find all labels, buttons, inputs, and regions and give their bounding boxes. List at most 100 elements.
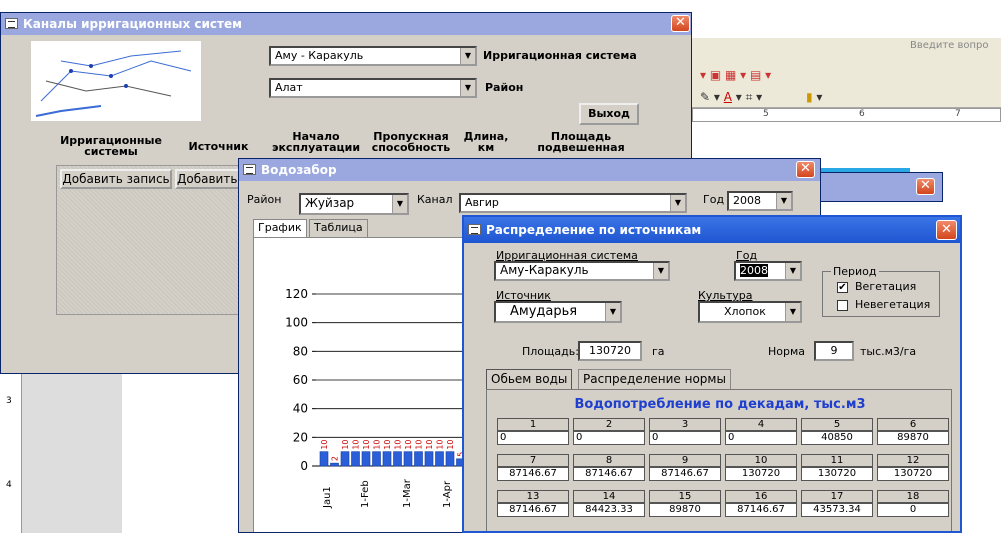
crop-combo[interactable]: Хлопок ▼	[698, 301, 802, 323]
decade-value-field[interactable]: 87146.67	[649, 467, 721, 481]
nonvegetation-checkbox[interactable]	[837, 300, 848, 311]
tab-graph[interactable]: График	[253, 219, 307, 237]
decade-value-field[interactable]: 40850	[801, 431, 873, 445]
bar-data-label: 10	[352, 439, 361, 449]
y-tick-label: 60	[293, 373, 308, 387]
decade-value-field[interactable]: 130720	[877, 467, 949, 481]
vegetation-label: Вегетация	[855, 280, 917, 293]
search-box[interactable]: Введите вопро	[910, 40, 1001, 58]
decade-number: 13	[497, 490, 569, 503]
add-button[interactable]: Добавить	[175, 169, 245, 189]
canal-value: Авгир	[465, 196, 499, 209]
chevron-down-icon[interactable]: ▼	[785, 303, 800, 321]
source-combo[interactable]: Амударья ▼	[494, 301, 622, 323]
bar-data-label: 10	[436, 439, 445, 449]
chevron-down-icon[interactable]: ▼	[776, 193, 791, 209]
canals-titlebar: Каналы ирригационных систем	[1, 13, 691, 35]
decade-value-field[interactable]: 130720	[725, 467, 797, 481]
tab-water-volume[interactable]: Обьем воды	[486, 369, 573, 389]
decade-number: 17	[801, 490, 873, 503]
decade-value-field[interactable]: 84423.33	[573, 503, 645, 517]
chevron-down-icon[interactable]: ▼	[785, 263, 800, 279]
decade-value-field[interactable]: 0	[877, 503, 949, 517]
year-value: 2008	[740, 264, 768, 277]
chart-bar	[393, 451, 402, 467]
area-field[interactable]: 130720	[578, 341, 642, 361]
x-tick-label: Jau1	[322, 486, 333, 509]
decade-value-field[interactable]: 0	[573, 431, 645, 445]
close-icon[interactable]: ✕	[671, 15, 690, 32]
decade-number: 9	[649, 454, 721, 467]
vegetation-checkbox[interactable]: ✔	[837, 282, 848, 293]
decade-number: 12	[877, 454, 949, 467]
add-record-button[interactable]: Добавить запись	[60, 169, 172, 189]
decade-value-field[interactable]: 87146.67	[725, 503, 797, 517]
close-icon[interactable]: ✕	[936, 220, 957, 240]
bar-data-label: 10	[425, 439, 434, 449]
column-header: Длина, км	[463, 130, 509, 154]
decade-grid: 1 0 2 0 3 0 4 0 5 40850 6 89870 7 87146.67 8 87146.67 9 8…	[497, 418, 949, 530]
distribution-title: Распределение по источникам	[486, 223, 702, 237]
background-form-window: ✕	[815, 172, 943, 202]
nonvegetation-label: Невегетация	[855, 298, 931, 311]
tab-norm-distribution[interactable]: Распределение нормы	[578, 369, 731, 389]
decade-value-field[interactable]: 43573.34	[801, 503, 873, 517]
norm-field[interactable]: 9	[814, 341, 854, 361]
bar-data-label: 10	[415, 439, 424, 449]
bar-data-label: 10	[341, 439, 350, 449]
norm-label: Норма	[768, 345, 806, 358]
decade-number: 15	[649, 490, 721, 503]
tab-table[interactable]: Таблица	[309, 219, 368, 237]
crop-value: Хлопок	[724, 305, 766, 318]
chevron-down-icon[interactable]: ▼	[392, 195, 407, 213]
decade-value-field[interactable]: 0	[649, 431, 721, 445]
exit-button[interactable]: Выход	[579, 103, 639, 125]
district-combo[interactable]: Алат ▼	[269, 78, 477, 98]
decade-number: 2	[573, 418, 645, 431]
area-label: Площадь:	[522, 345, 579, 358]
y-tick-label: 40	[293, 402, 308, 416]
year-combo[interactable]: 2008 ▼	[734, 261, 802, 281]
canal-combo[interactable]: Авгир ▼	[459, 193, 687, 213]
source-value: Амударья	[510, 304, 578, 319]
decade-value-field[interactable]: 0	[497, 431, 569, 445]
chart-bar	[340, 451, 350, 467]
form-icon	[468, 224, 481, 235]
vodozabor-title: Водозабор	[261, 163, 337, 177]
decade-value-field[interactable]: 0	[725, 431, 797, 445]
chevron-down-icon[interactable]: ▼	[670, 195, 685, 211]
decade-value-field[interactable]: 89870	[877, 431, 949, 445]
vertical-ruler: 3 4	[0, 360, 22, 533]
decade-number: 3	[649, 418, 721, 431]
district-value: Жуйзар	[305, 196, 355, 210]
chevron-down-icon[interactable]: ▼	[460, 48, 475, 64]
bar-data-label: 10	[394, 439, 403, 449]
district-combo[interactable]: Жуйзар ▼	[299, 193, 409, 215]
decade-value-field[interactable]: 87146.67	[573, 467, 645, 481]
columns-header: Ирригационные системы Источник Начало эк…	[56, 131, 646, 161]
close-icon[interactable]: ✕	[796, 161, 815, 178]
decade-number: 7	[497, 454, 569, 467]
decade-number: 16	[725, 490, 797, 503]
chart-bar	[351, 451, 360, 467]
y-tick-label: 20	[293, 430, 308, 444]
x-tick-label: 1-Feb	[360, 480, 371, 508]
horizontal-ruler: 5 6 7	[692, 108, 1001, 122]
decade-value-field[interactable]: 87146.67	[497, 467, 569, 481]
decade-table-title: Водопотребление по декадам, тыс.м3	[574, 397, 866, 412]
decade-number: 11	[801, 454, 873, 467]
decade-value-field[interactable]: 89870	[649, 503, 721, 517]
irrigation-map-image	[31, 41, 201, 121]
decade-value-field[interactable]: 130720	[801, 467, 873, 481]
year-combo[interactable]: 2008 ▼	[727, 191, 793, 211]
irrigation-system-combo[interactable]: Аму-Каракуль ▼	[494, 261, 670, 281]
close-icon[interactable]: ✕	[916, 178, 935, 195]
chevron-down-icon[interactable]: ▼	[605, 303, 620, 321]
decade-value-field[interactable]: 87146.67	[497, 503, 569, 517]
chevron-down-icon[interactable]: ▼	[653, 263, 668, 279]
chart-bar	[435, 451, 444, 467]
chevron-down-icon[interactable]: ▼	[460, 80, 475, 96]
y-tick-label: 100	[285, 316, 308, 330]
irrigation-system-combo[interactable]: Аму - Каракуль ▼	[269, 46, 477, 66]
water-intake-chart: 02040608010012010210 10 10 10 10 10 10 10 10 10 10…	[285, 287, 474, 509]
